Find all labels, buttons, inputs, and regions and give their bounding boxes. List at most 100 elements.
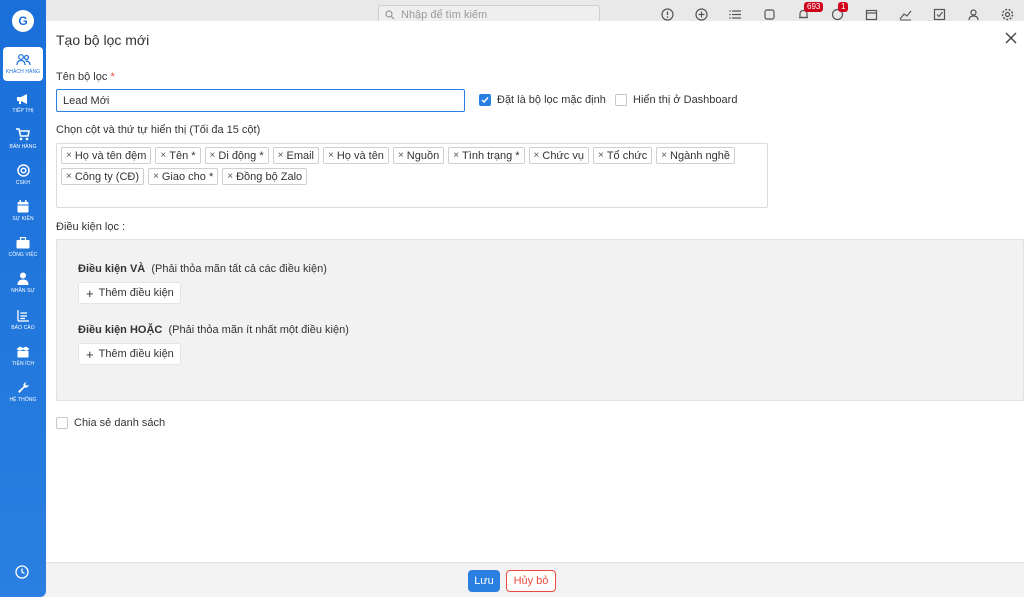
or-condition-title: Điều kiện HOẶC (Phải thỏa mãn ít nhất mộ… (78, 324, 349, 336)
add-and-condition-button[interactable]: + Thêm điều kiện (78, 282, 181, 304)
remove-tag-icon[interactable]: × (534, 150, 540, 161)
column-tag[interactable]: × Công ty (CĐ) (61, 168, 145, 185)
column-tag-label: Đồng bộ Zalo (236, 170, 303, 183)
box-icon (16, 346, 30, 357)
remove-tag-icon[interactable]: × (160, 150, 166, 161)
column-tag[interactable]: × Họ và tên đệm (61, 147, 152, 164)
remove-tag-icon[interactable]: × (278, 150, 284, 161)
dashboard-checkbox[interactable]: Hiển thị ở Dashboard (615, 94, 737, 106)
modal-title: Tạo bộ lọc mới (56, 32, 150, 48)
column-tag[interactable]: × Họ và tên (323, 147, 389, 164)
sidebar-item-label: KHÁCH HÀNG (5, 68, 41, 75)
sidebar-item-label: TIẾP THỊ (12, 107, 34, 114)
share-list-checkbox[interactable]: Chia sẻ danh sách (56, 417, 165, 429)
remove-tag-icon[interactable]: × (598, 150, 604, 161)
sidebar-item-utilities[interactable]: TIỆN ÍCH (3, 339, 43, 373)
column-tag[interactable]: × Tình trạng * (448, 147, 525, 164)
or-condition-heading: Điều kiện HOẶC (78, 324, 163, 336)
wrench-icon (17, 382, 29, 393)
remove-tag-icon[interactable]: × (661, 150, 667, 161)
sidebar-item-system[interactable]: HỆ THỐNG (3, 375, 43, 409)
column-tag[interactable]: × Đồng bộ Zalo (222, 168, 308, 185)
sidebar-item-hr[interactable]: NHÂN SỰ (3, 266, 43, 300)
checkbox-checked[interactable] (479, 94, 491, 106)
column-tag-label: Di động * (218, 149, 264, 162)
chat-badge: 1 (838, 2, 849, 12)
column-tag[interactable]: × Di động * (204, 147, 269, 164)
column-tag-label: Tên * (169, 149, 196, 162)
person-icon (17, 272, 29, 285)
column-tag-label: Ngành nghề (670, 149, 730, 162)
sidebar-item-label: TIỆN ÍCH (11, 360, 35, 367)
filter-name-label: Tên bộ lọc * (56, 71, 115, 83)
column-tag[interactable]: × Email (272, 147, 319, 164)
column-tag-label: Tình trạng * (462, 149, 520, 162)
plus-icon: + (86, 346, 94, 362)
sidebar-item-label: BÁN HÀNG (9, 144, 37, 150)
app-logo[interactable]: G (12, 10, 34, 32)
and-condition-desc: (Phải thỏa mãn tất cả các điều kiện) (151, 263, 327, 275)
default-filter-checkbox[interactable]: Đặt là bộ lọc mặc định (479, 94, 606, 106)
required-mark: * (110, 71, 115, 83)
sidebar-item-cskh[interactable]: CSKH (3, 158, 43, 192)
column-tag[interactable]: × Tổ chức (592, 147, 653, 164)
remove-tag-icon[interactable]: × (398, 150, 404, 161)
plus-icon: + (86, 285, 94, 301)
remove-tag-icon[interactable]: × (453, 150, 459, 161)
column-tag[interactable]: × Nguồn (392, 147, 445, 164)
sidebar-item-marketing[interactable]: TIẾP THỊ (3, 86, 43, 120)
search-icon (385, 9, 395, 19)
sidebar-item-customers[interactable]: KHÁCH HÀNG (3, 47, 43, 81)
sidebar-item-sales[interactable]: BÁN HÀNG (3, 122, 43, 156)
columns-label: Chọn cột và thứ tự hiển thị (Tối đa 15 c… (56, 124, 261, 136)
and-condition-heading: Điều kiện VÀ (78, 263, 146, 275)
conditions-panel: Điều kiện VÀ (Phải thỏa mãn tất cả các đ… (56, 239, 1024, 401)
sidebar-item-label: CÔNG VIỆC (8, 251, 38, 258)
column-tag[interactable]: × Giao cho * (148, 168, 219, 185)
sidebar-item-events[interactable]: SỰ KIỆN (3, 194, 43, 228)
remove-tag-icon[interactable]: × (153, 171, 159, 182)
remove-tag-icon[interactable]: × (66, 171, 72, 182)
megaphone-icon (17, 93, 27, 104)
columns-select[interactable]: × Họ và tên đệm × Tên * × Di động * × Email × Họ … (56, 143, 768, 208)
sidebar-item-reports[interactable]: BÁO CÁO (3, 303, 43, 337)
modal-footer: Lưu Hủy bỏ (46, 562, 1024, 597)
share-list-label: Chia sẻ danh sách (74, 417, 166, 429)
column-tag-label: Giao cho * (161, 170, 214, 183)
report-icon (17, 309, 29, 322)
or-condition-desc: (Phải thỏa mãn ít nhất một điều kiện) (168, 324, 349, 336)
conditions-label: Điều kiện lọc : (56, 221, 126, 233)
checkbox-unchecked[interactable] (615, 94, 627, 106)
cancel-button[interactable]: Hủy bỏ (506, 570, 556, 592)
dashboard-label: Hiển thị ở Dashboard (633, 94, 738, 106)
and-condition-title: Điều kiện VÀ (Phải thỏa mãn tất cả các đ… (78, 263, 327, 275)
filter-name-input[interactable] (56, 89, 465, 112)
sidebar-item-work[interactable]: CÔNG VIỆC (3, 230, 43, 264)
search-placeholder: Nhập để tìm kiếm (401, 8, 488, 21)
remove-tag-icon[interactable]: × (328, 150, 334, 161)
sidebar: G KHÁCH HÀNG TIẾP THỊ BÁN HÀNG CSKH SỰ K… (0, 0, 46, 597)
sidebar-item-label: HỆ THỐNG (9, 397, 37, 403)
cart-icon (16, 128, 30, 141)
sidebar-item-label: SỰ KIỆN (12, 216, 34, 222)
column-tag-label: Công ty (CĐ) (74, 170, 140, 183)
add-condition-label: Thêm điều kiện (98, 287, 174, 299)
close-icon[interactable] (1004, 31, 1018, 45)
sidebar-item-label: NHÂN SỰ (11, 288, 35, 294)
sidebar-item-label: CSKH (15, 180, 31, 186)
clock-icon[interactable] (15, 565, 29, 579)
column-tag[interactable]: × Ngành nghề (656, 147, 735, 164)
remove-tag-icon[interactable]: × (227, 171, 233, 182)
save-button[interactable]: Lưu (468, 570, 500, 592)
add-or-condition-button[interactable]: + Thêm điều kiện (78, 343, 181, 365)
remove-tag-icon[interactable]: × (66, 150, 72, 161)
column-tag[interactable]: × Tên * (155, 147, 201, 164)
remove-tag-icon[interactable]: × (210, 150, 216, 161)
column-tag[interactable]: × Chức vụ (528, 147, 589, 164)
checkbox-unchecked[interactable] (56, 417, 68, 429)
calendar-icon (17, 200, 29, 213)
users-icon (15, 53, 31, 65)
column-tag-label: Nguồn (406, 149, 440, 162)
default-filter-label: Đặt là bộ lọc mặc định (497, 94, 606, 106)
lifebuoy-icon (16, 164, 30, 177)
